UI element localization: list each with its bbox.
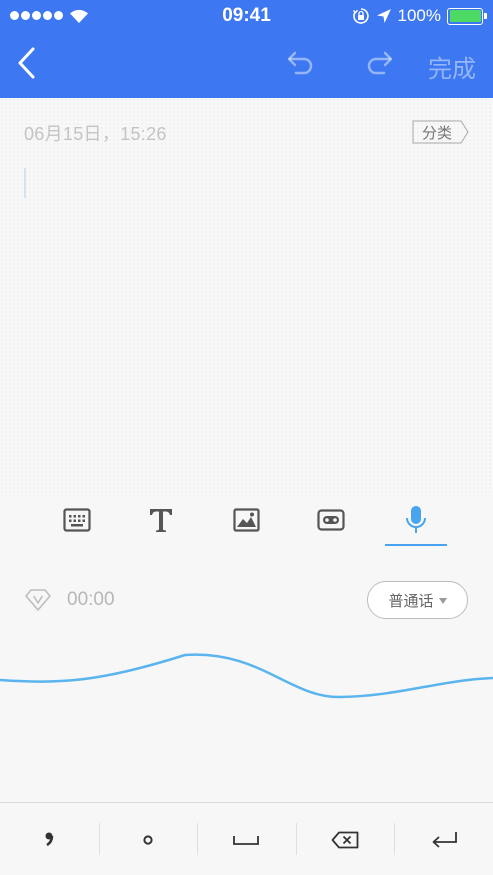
selected-tool-indicator [385, 544, 447, 546]
note-editor[interactable]: 06月15日，15:26 分类 [0, 98, 493, 494]
done-button[interactable]: 完成 [428, 49, 476, 84]
backspace-key[interactable] [296, 803, 395, 875]
text-cursor [24, 168, 26, 198]
undo-icon [287, 51, 313, 75]
enter-key[interactable] [394, 803, 493, 875]
voice-input-tool-button[interactable] [386, 494, 446, 546]
orientation-lock-icon [352, 8, 369, 24]
language-label: 普通话 [388, 592, 434, 610]
image-icon [232, 508, 260, 532]
back-button[interactable] [12, 44, 52, 84]
microphone-icon [406, 506, 426, 533]
period-key[interactable] [99, 803, 198, 875]
comma-key[interactable] [0, 803, 99, 875]
voice-waveform [0, 653, 493, 699]
recording-timer: 00:00 [67, 589, 115, 610]
redo-button[interactable] [362, 50, 396, 80]
category-button[interactable]: 分类 [412, 120, 469, 144]
backspace-icon [331, 831, 359, 848]
language-select[interactable]: 普通话 [367, 581, 468, 619]
text-format-tool-button[interactable] [131, 494, 191, 546]
category-label: 分类 [421, 125, 452, 142]
space-key[interactable] [197, 803, 296, 875]
redo-icon [367, 51, 393, 75]
vip-diamond-icon[interactable] [24, 588, 52, 612]
editor-toolbar [0, 494, 493, 554]
status-bar: 09:41 100% [0, 0, 493, 32]
keyboard-tool-button[interactable] [47, 494, 107, 546]
battery-percentage: 100% [397, 6, 441, 25]
dropdown-caret-icon [438, 598, 447, 604]
location-arrow-icon [376, 9, 391, 23]
nav-bar: 完成 [0, 32, 493, 98]
enter-icon [432, 831, 457, 848]
space-icon [233, 835, 260, 845]
recording-tool-button[interactable] [301, 494, 361, 546]
input-key-bar [0, 802, 493, 875]
text-format-icon [150, 509, 172, 532]
voice-input-panel: 00:00 普通话 [0, 578, 493, 622]
image-tool-button[interactable] [216, 494, 276, 546]
comma-icon [45, 832, 54, 846]
undo-button[interactable] [284, 50, 318, 80]
battery-icon [447, 7, 487, 25]
back-chevron-icon [18, 47, 35, 79]
keyboard-icon [63, 508, 91, 532]
note-date: 06月15日，15:26 [24, 124, 167, 144]
period-icon [143, 834, 153, 845]
cassette-tape-icon [317, 509, 345, 531]
